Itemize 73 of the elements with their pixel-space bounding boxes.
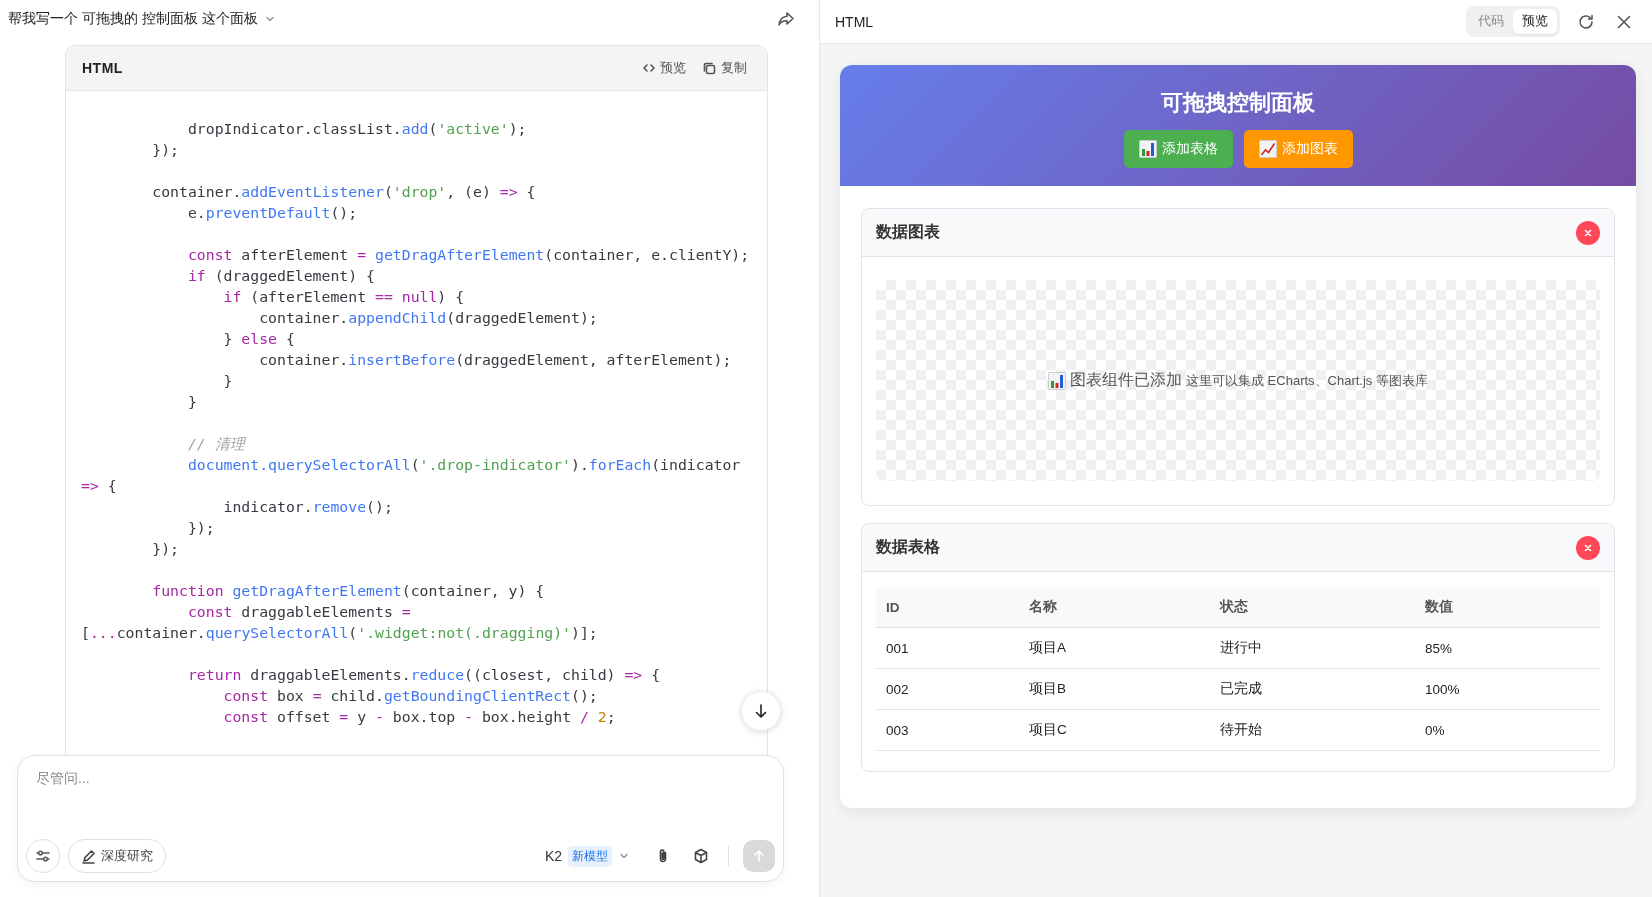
bar-chart-icon: [1048, 371, 1066, 390]
sliders-icon: [35, 848, 51, 864]
code-line: [...container.querySelectorAll('.widget:not(.dragging)')];: [81, 623, 598, 643]
table-cell-text: 85%: [1425, 640, 1454, 656]
bar-chart-icon: [1138, 139, 1157, 158]
code-line: });: [151, 539, 179, 559]
widget-title: 数据表格: [876, 537, 940, 557]
code-line: });: [186, 518, 215, 538]
code-line: dropIndicator.classList.add('active');: [186, 119, 527, 139]
code-line: container.insertBefore(draggedElement, afterElement);: [258, 350, 732, 370]
code-line: e.preventDefault();: [186, 203, 358, 223]
table-cell-text: 100%: [1425, 681, 1461, 697]
refresh-icon: [1577, 12, 1595, 31]
table-cell-text: 已完成: [1220, 680, 1263, 698]
model-selector[interactable]: K2 新模型: [544, 845, 630, 867]
view-tab[interactable]: 预览: [1513, 9, 1557, 34]
table-cell-text: 项目B: [1029, 680, 1067, 698]
preview-button[interactable]: 预览: [643, 59, 686, 77]
code-line: indicator.remove();: [222, 497, 393, 517]
code-line: function getDragAfterElement(container, y) {: [151, 581, 545, 601]
table-cell-text: 003: [886, 722, 910, 738]
code-line: if (draggedElement) {: [186, 266, 375, 286]
table-cell-text: 项目A: [1029, 639, 1067, 657]
code-line: }: [222, 371, 233, 391]
close-icon: [1584, 543, 1592, 552]
pen-icon: [81, 848, 96, 864]
code-line: if (afterElement == null) {: [222, 287, 465, 307]
line-chart-icon: [1258, 139, 1277, 158]
code-line: const offset = y - box.top - box.height / 2;: [222, 707, 616, 727]
close-icon: [1616, 13, 1632, 30]
model-name: K2: [544, 848, 562, 864]
share-button[interactable]: [777, 10, 795, 28]
column-header: 数值: [1425, 598, 1454, 616]
code-line: });: [151, 140, 179, 160]
share-icon: [777, 10, 795, 28]
code-line: // 清理: [186, 434, 245, 454]
code-line: }: [186, 392, 197, 412]
column-header: 状态: [1220, 598, 1249, 616]
remove-button[interactable]: [1576, 220, 1600, 245]
table-cell-text: 项目C: [1029, 721, 1068, 739]
message-input[interactable]: 尽管问... 深度研究 K2 新模型: [17, 755, 784, 882]
code-line: => {: [81, 476, 117, 496]
table-cell-text: 待开始: [1220, 721, 1263, 739]
table-cell-text: 001: [886, 640, 910, 656]
copy-icon: [703, 61, 716, 75]
code-line: const box = child.getBoundingClientRect();: [222, 686, 598, 706]
panel-title: HTML: [835, 13, 874, 30]
scroll-down-button[interactable]: [741, 691, 781, 731]
copy-button[interactable]: 复制: [703, 59, 747, 77]
widget-title: 数据图表: [876, 222, 940, 242]
code-line: const afterElement = getDragAfterElement(container, e.clientY);: [186, 245, 750, 265]
table-cell-text: 0%: [1425, 722, 1446, 738]
placeholder-note: 这里可以集成 ECharts、Chart.js 等图表库: [1186, 371, 1428, 390]
close-icon: [1584, 228, 1592, 237]
placeholder-heading: 图表组件已添加: [1070, 370, 1182, 390]
table-cell-text: 进行中: [1220, 639, 1263, 657]
code-line: document.querySelectorAll('.drop-indicator').forEach(indicator: [186, 455, 741, 475]
code-language: HTML: [82, 60, 123, 76]
app-title: 可拖拽控制面板: [1161, 88, 1315, 117]
column-header: 名称: [1029, 598, 1058, 616]
code-line: container.addEventListener('drop', (e) => {: [151, 182, 536, 202]
arrow-up-icon: [751, 848, 767, 864]
table-cell-text: 002: [886, 681, 910, 697]
chat-title: 帮我写一个 可拖拽的 控制面板 这个面板: [8, 10, 258, 28]
code-icon: [643, 62, 655, 74]
code-line: return draggableElements.reduce((closest, child) => {: [186, 665, 661, 685]
remove-button[interactable]: [1576, 535, 1600, 560]
code-line: container.appendChild(draggedElement);: [258, 308, 598, 328]
new-model-badge: 新模型: [568, 845, 612, 867]
cube-icon: [693, 848, 709, 864]
code-line: const draggableElements =: [186, 602, 411, 622]
column-header: ID: [886, 599, 901, 615]
code-line: } else {: [222, 329, 295, 349]
